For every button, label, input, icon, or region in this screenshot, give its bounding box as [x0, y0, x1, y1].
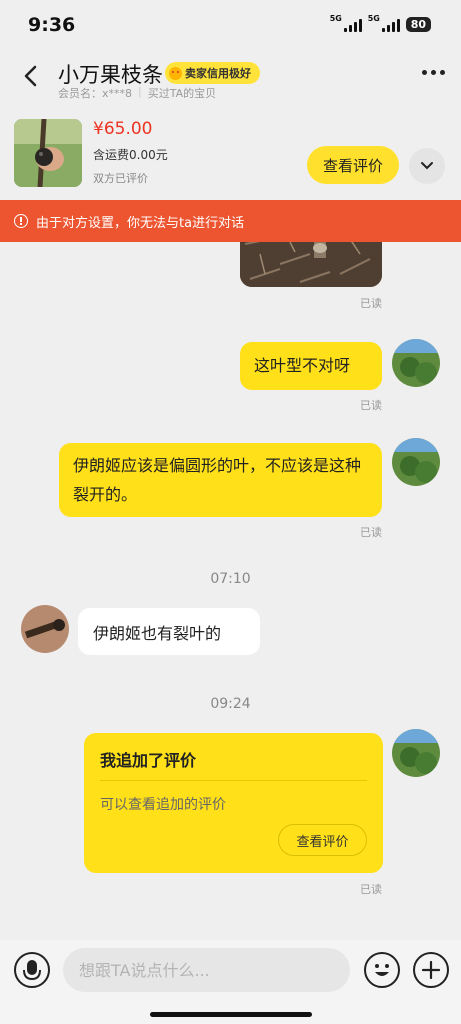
chevron-down-icon	[421, 162, 433, 170]
shipping-info: 含运费0.00元	[93, 148, 168, 162]
divider	[100, 780, 367, 781]
message-input[interactable]	[63, 948, 350, 992]
more-icon[interactable]	[422, 70, 445, 75]
view-review-card-button[interactable]: 查看评价	[278, 824, 367, 856]
network-label: 5G	[367, 13, 380, 23]
battery-icon: 80	[405, 17, 431, 32]
back-arrow-icon[interactable]	[18, 62, 46, 90]
user-avatar[interactable]	[392, 729, 440, 777]
signal-icon: 5G	[368, 14, 400, 32]
member-name: 会员名：x***8	[58, 87, 133, 100]
message-bubble-sent[interactable]: 伊朗姬应该是偏圆形的叶，不应该是这种裂开的。	[59, 443, 382, 517]
microphone-icon	[23, 960, 41, 981]
image-message[interactable]	[240, 242, 382, 287]
read-status: 已读	[360, 297, 382, 310]
status-icons: 5G 5G 80	[330, 14, 431, 32]
view-review-button[interactable]: 查看评价	[307, 146, 399, 184]
product-price: ¥65.00	[93, 119, 153, 139]
product-thumbnail[interactable]	[14, 119, 82, 187]
read-status: 已读	[360, 526, 382, 539]
voice-button[interactable]	[14, 952, 50, 988]
warning-text: 由于对方设置，你无法与ta进行对话	[36, 215, 245, 231]
status-bar: 9:36 5G 5G 80	[0, 0, 461, 50]
review-update-card[interactable]: 我追加了评价 可以查看追加的评价 查看评价	[84, 733, 383, 873]
timestamp: 09:24	[210, 696, 251, 712]
plus-icon	[421, 960, 441, 980]
signal-icon: 5G	[330, 14, 362, 32]
credit-badge[interactable]: 卖家信用极好	[165, 62, 260, 84]
message-bubble-sent[interactable]: 这叶型不对呀	[240, 342, 382, 390]
expand-button[interactable]	[409, 148, 445, 184]
input-bar	[0, 940, 461, 1024]
status-time: 9:36	[28, 14, 76, 36]
emoji-button[interactable]	[364, 952, 400, 988]
warning-banner: 由于对方设置，你无法与ta进行对话	[0, 200, 461, 242]
user-avatar[interactable]	[392, 438, 440, 486]
seller-avatar[interactable]	[21, 605, 69, 653]
message-bubble-received[interactable]: 伊朗姬也有裂叶的	[78, 608, 260, 655]
review-card-subtitle: 可以查看追加的评价	[100, 797, 226, 813]
read-status: 已读	[360, 399, 382, 412]
read-status: 已读	[360, 883, 382, 896]
rating-status: 双方已评价	[93, 172, 148, 185]
product-card[interactable]: ¥65.00 含运费0.00元 双方已评价 查看评价	[0, 110, 461, 200]
add-button[interactable]	[413, 952, 449, 988]
user-avatar[interactable]	[392, 339, 440, 387]
smiley-icon	[169, 66, 182, 80]
alert-icon	[14, 214, 28, 228]
home-indicator	[150, 1012, 312, 1017]
chat-header: 小万果枝条 卖家信用极好 会员名：x***8 | 买过TA的宝贝	[0, 50, 461, 108]
emoji-icon	[375, 964, 389, 976]
timestamp: 07:10	[210, 571, 251, 587]
review-card-title: 我追加了评价	[100, 751, 197, 770]
divider: |	[138, 85, 142, 98]
chat-area[interactable]: 已读 这叶型不对呀 已读 伊朗姬应该是偏圆形的叶，不应该是这种裂开的。 已读 0…	[0, 242, 461, 942]
network-label: 5G	[329, 13, 342, 23]
member-info: 会员名：x***8 | 买过TA的宝贝	[58, 85, 216, 101]
credit-badge-label: 卖家信用极好	[185, 67, 251, 80]
bought-label: 买过TA的宝贝	[147, 87, 217, 100]
